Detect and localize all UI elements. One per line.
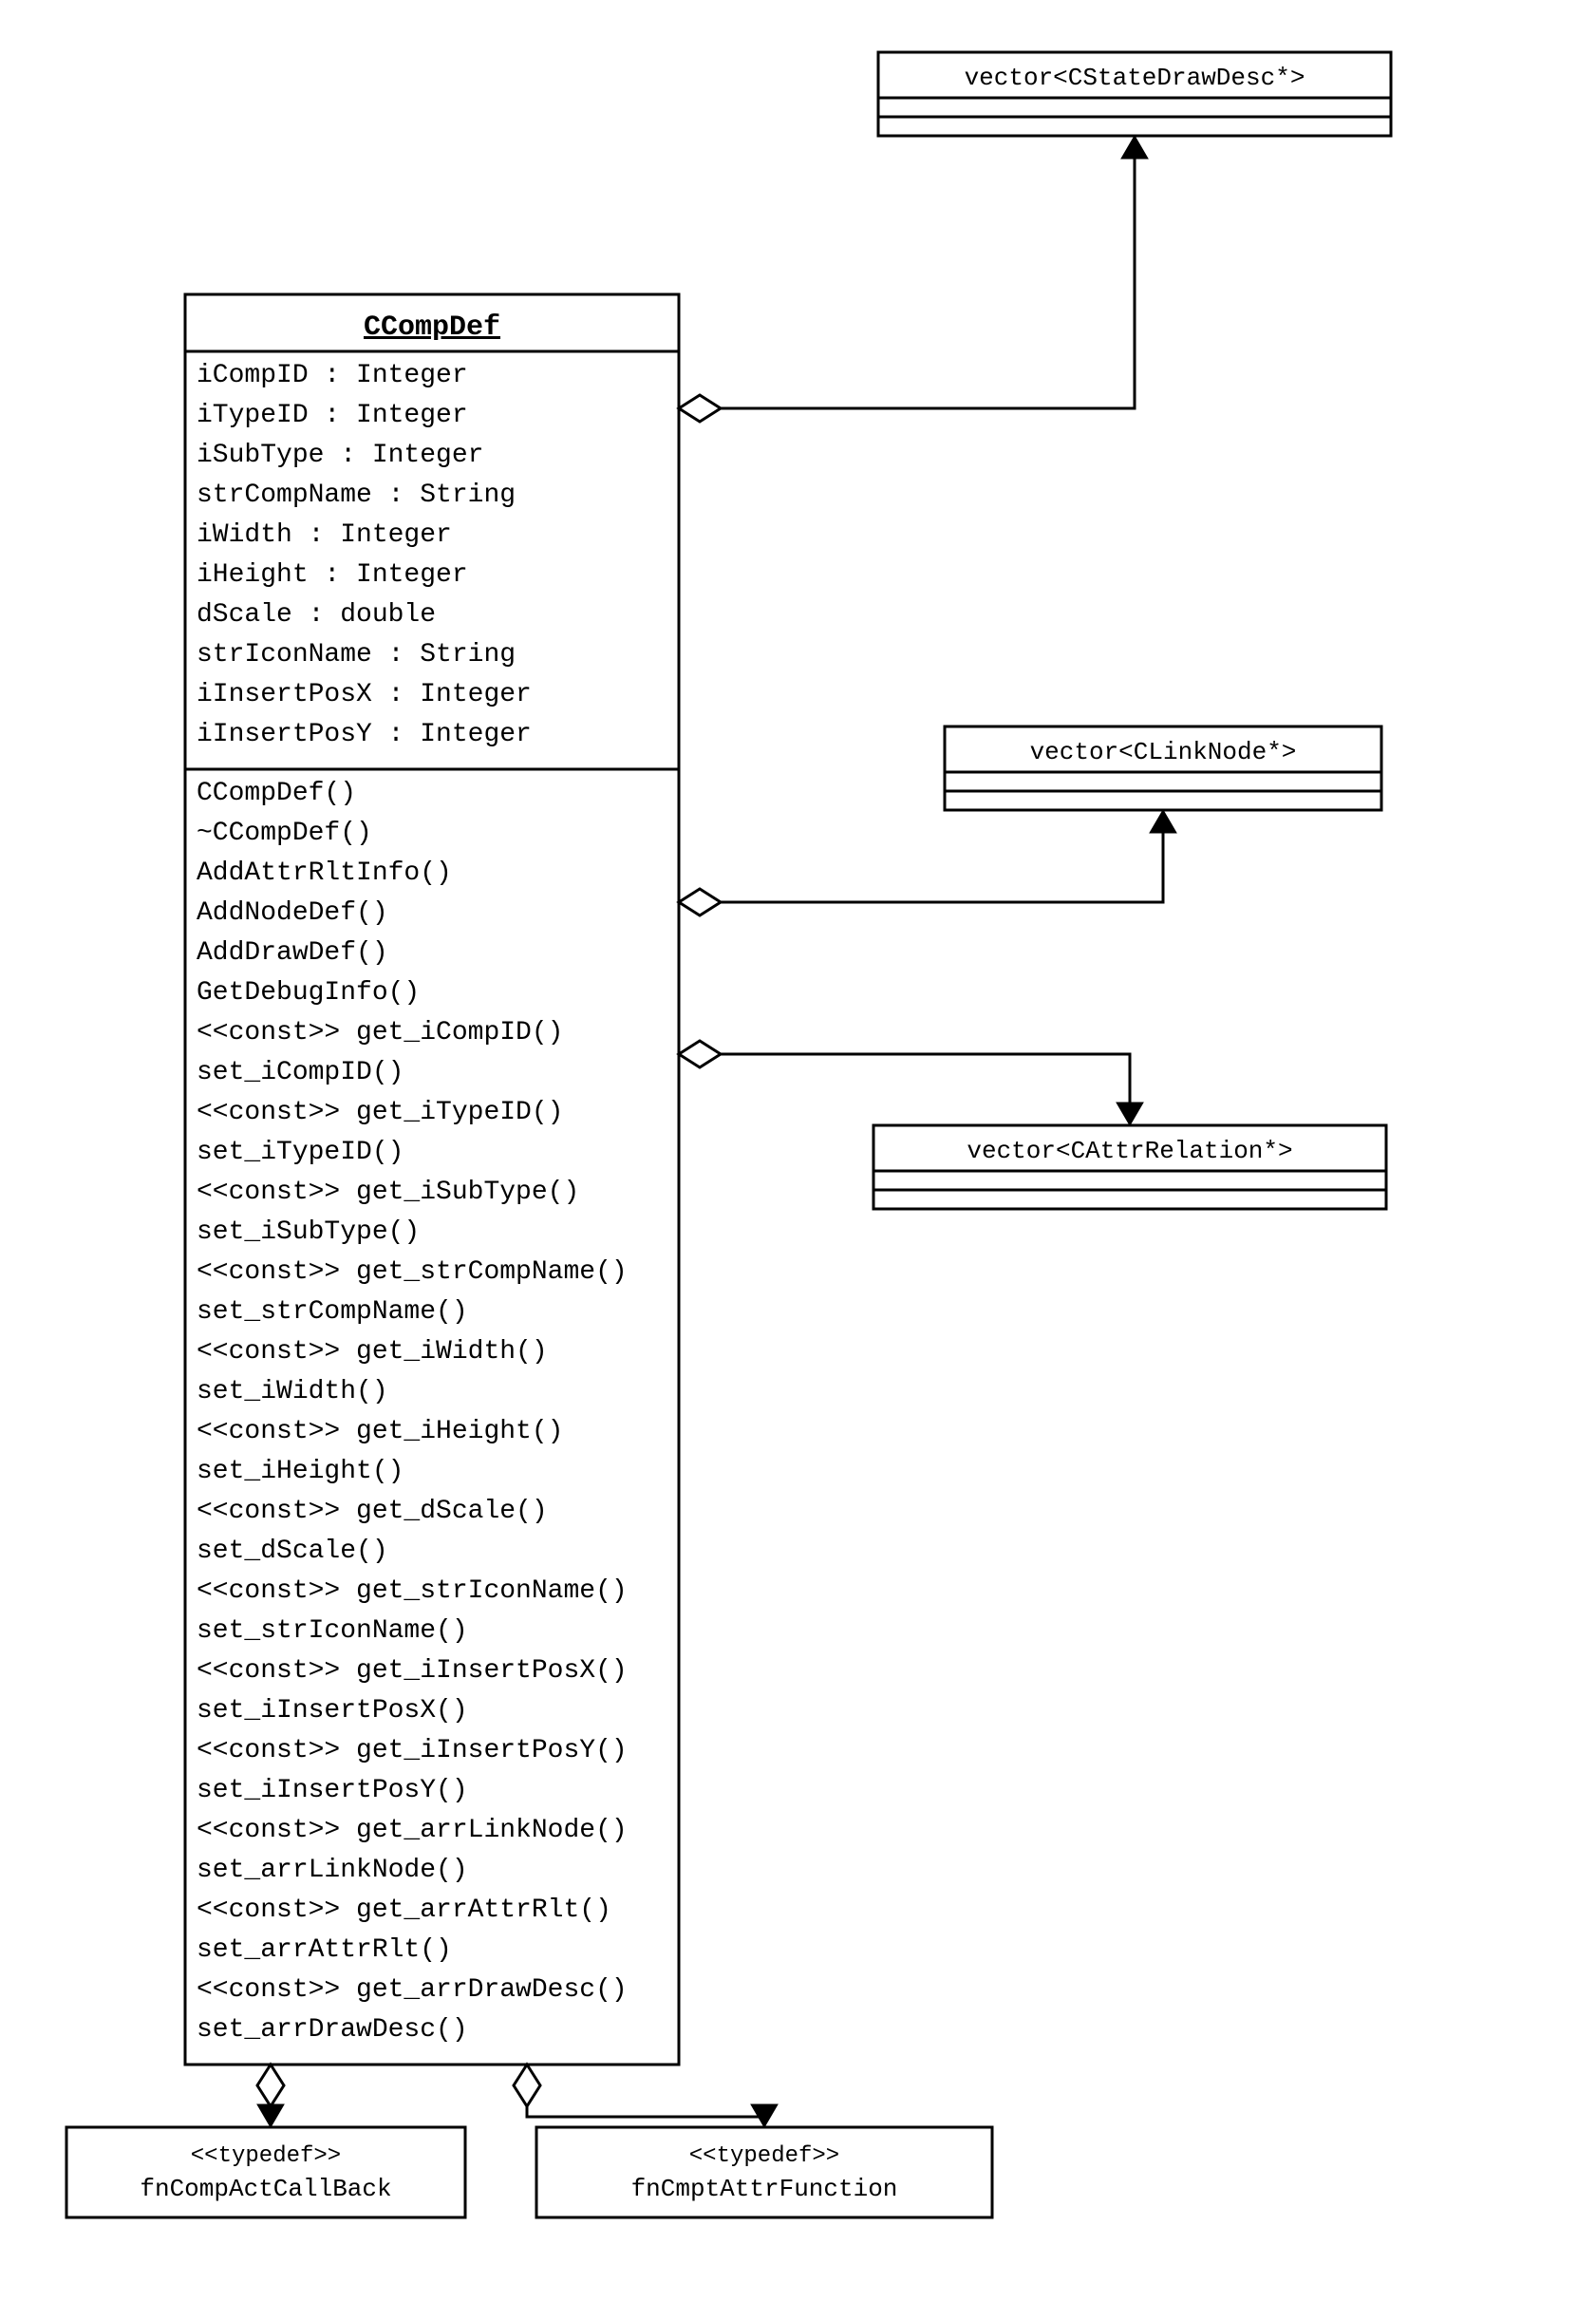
class-vector-attrrelation-title: vector<CAttrRelation*>: [967, 1137, 1292, 1165]
class-ccompdef-attr: strIconName : String: [197, 640, 516, 670]
class-ccompdef-op: set_iWidth(): [197, 1377, 388, 1406]
aggregation-diamond-icon: [679, 1041, 721, 1067]
class-ccompdef-op: set_strIconName(): [197, 1616, 468, 1646]
class-ccompdef-op: set_arrDrawDesc(): [197, 2015, 468, 2045]
class-ccompdef-attr: strCompName : String: [197, 481, 516, 510]
class-ccompdef-op: <<const>> get_iSubType(): [197, 1178, 579, 1207]
class-vector-statedrawdesc-title: vector<CStateDrawDesc*>: [965, 64, 1305, 92]
aggregation-diamond-icon: [679, 889, 721, 915]
class-ccompdef-op: <<const>> get_iHeight(): [197, 1417, 563, 1446]
class-ccompdef-op: set_iInsertPosY(): [197, 1776, 468, 1805]
aggregation-diamond-icon: [679, 395, 721, 422]
class-fncompactcallback-title: fnCompActCallBack: [140, 2175, 391, 2203]
class-fncompactcallback: [66, 2127, 465, 2217]
class-ccompdef-op: AddAttrRltInfo(): [197, 858, 452, 888]
class-ccompdef-op: AddNodeDef(): [197, 898, 388, 928]
class-ccompdef-op: set_arrAttrRlt(): [197, 1935, 452, 1965]
class-ccompdef-op: <<const>> get_dScale(): [197, 1497, 548, 1526]
class-ccompdef-attr: iInsertPosX : Integer: [197, 680, 532, 709]
class-fncmptattrfunction-stereo: <<typedef>>: [689, 2143, 839, 2169]
class-ccompdef-op: <<const>> get_iTypeID(): [197, 1098, 563, 1127]
class-ccompdef-op: CCompDef(): [197, 779, 356, 808]
arrowhead-icon: [1117, 1103, 1143, 1125]
class-ccompdef-op: AddDrawDef(): [197, 938, 388, 968]
class-ccompdef-op: <<const>> get_strIconName(): [197, 1576, 628, 1606]
class-ccompdef-op: <<const>> get_iWidth(): [197, 1337, 548, 1367]
class-ccompdef-op: <<const>> get_arrDrawDesc(): [197, 1975, 628, 2005]
class-ccompdef-attr: iCompID : Integer: [197, 361, 468, 390]
class-ccompdef-op: set_strCompName(): [197, 1297, 468, 1327]
class-ccompdef-op: ~CCompDef(): [197, 819, 372, 848]
arrowhead-icon: [1121, 136, 1148, 159]
arrowhead-icon: [257, 2104, 284, 2127]
class-ccompdef-op: <<const>> get_iInsertPosX(): [197, 1656, 628, 1686]
class-ccompdef-title: CCompDef: [364, 311, 500, 344]
class-ccompdef-op: set_iInsertPosX(): [197, 1696, 468, 1726]
assoc-line: [721, 833, 1163, 902]
class-ccompdef-op: <<const>> get_iInsertPosY(): [197, 1736, 628, 1765]
assoc-line: [721, 159, 1135, 408]
assoc-line: [527, 2104, 764, 2117]
class-ccompdef-op: <<const>> get_strCompName(): [197, 1257, 628, 1287]
class-ccompdef-attr: dScale : double: [197, 600, 436, 630]
class-ccompdef-op: set_iHeight(): [197, 1457, 404, 1486]
class-fncmptattrfunction-title: fnCmptAttrFunction: [631, 2175, 898, 2203]
class-fncmptattrfunction: [536, 2127, 992, 2217]
class-ccompdef-attr: iInsertPosY : Integer: [197, 720, 532, 749]
class-ccompdef-op: set_iCompID(): [197, 1058, 404, 1087]
class-ccompdef-attr: iHeight : Integer: [197, 560, 468, 590]
class-ccompdef-op: GetDebugInfo(): [197, 978, 420, 1008]
class-ccompdef-op: <<const>> get_arrAttrRlt(): [197, 1896, 611, 1925]
class-ccompdef-attr: iSubType : Integer: [197, 441, 483, 470]
class-ccompdef-attr: iTypeID : Integer: [197, 401, 468, 430]
class-ccompdef-op: set_arrLinkNode(): [197, 1856, 468, 1885]
class-ccompdef-op: set_iSubType(): [197, 1217, 420, 1247]
class-ccompdef-op: <<const>> get_iCompID(): [197, 1018, 563, 1047]
class-ccompdef-attr: iWidth : Integer: [197, 520, 452, 550]
arrowhead-icon: [1150, 810, 1176, 833]
class-vector-linknode-title: vector<CLinkNode*>: [1030, 738, 1297, 766]
aggregation-diamond-icon: [257, 2065, 284, 2106]
class-ccompdef-op: set_iTypeID(): [197, 1138, 404, 1167]
class-ccompdef-op: set_dScale(): [197, 1537, 388, 1566]
class-fncompactcallback-stereo: <<typedef>>: [191, 2143, 341, 2169]
aggregation-diamond-icon: [514, 2065, 540, 2106]
assoc-line: [721, 1054, 1130, 1103]
class-ccompdef-op: <<const>> get_arrLinkNode(): [197, 1816, 628, 1845]
